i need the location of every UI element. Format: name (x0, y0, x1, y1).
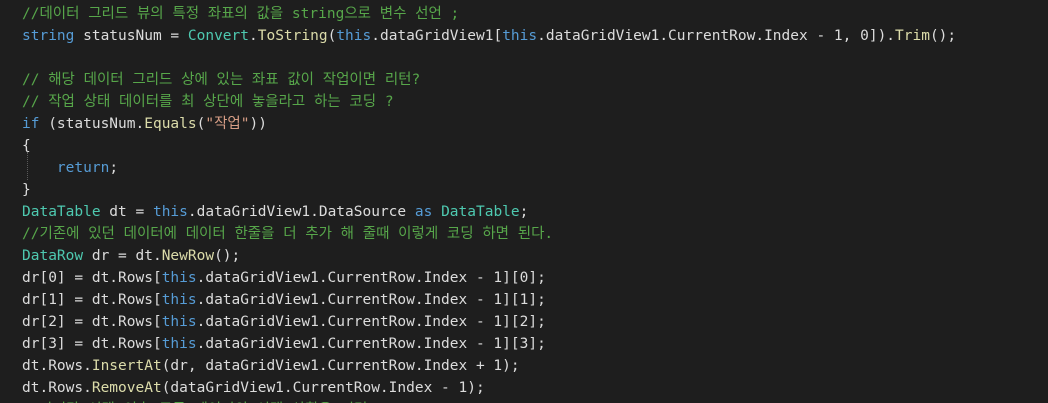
code-token: { (22, 138, 31, 154)
code-token: .dataGridView1.CurrentRow.Index - 1][0]; (196, 270, 546, 286)
code-token: Equals (144, 116, 197, 132)
code-token: ; (109, 160, 119, 176)
code-line[interactable]: DataRow dr = dt.NewRow(); (22, 245, 240, 267)
code-token: (); (929, 28, 957, 44)
code-editor[interactable]: //데이터 그리드 뷰의 특정 좌표의 값을 string으로 변수 선언 ; s… (0, 0, 1048, 403)
code-line[interactable]: dt.Rows.RemoveAt(dataGridView1.CurrentRo… (22, 377, 485, 399)
code-token: DataTable (441, 204, 520, 220)
code-token: this (336, 28, 372, 44)
code-line[interactable]: DataTable dt = this.dataGridView1.DataSo… (22, 201, 528, 223)
code-token: if (22, 116, 40, 132)
code-token: dr[1] = dt.Rows[ (22, 292, 162, 308)
code-token: (); (214, 248, 241, 264)
code-token: (statusNum. (39, 116, 145, 132)
code-token: } (22, 182, 31, 198)
code-token: statusNum = (74, 28, 188, 44)
code-token: ( (327, 28, 337, 44)
code-line[interactable]: //데이터 그리드 뷰의 특정 좌표의 값을 string으로 변수 선언 ; (22, 3, 459, 25)
code-line[interactable]: //마지막 선택 이후 모든 데이터의 선택 상황을 리턴 (22, 399, 367, 403)
code-token: RemoveAt (91, 380, 162, 396)
code-token: dr = dt. (83, 248, 162, 264)
code-token: dr[2] = dt.Rows[ (22, 314, 162, 330)
code-line[interactable]: // 작업 상태 데이터를 최 상단에 놓을라고 하는 코딩 ? (22, 91, 394, 113)
code-token: dt.Rows. (22, 358, 92, 374)
code-line[interactable]: string statusNum = Convert.ToString(this… (22, 25, 956, 47)
code-token: .dataGridView1.CurrentRow.Index - 1][2]; (196, 314, 546, 330)
code-token: . (249, 28, 258, 44)
code-token: dt.Rows. (22, 380, 92, 396)
code-token: .dataGridView1.CurrentRow.Index - 1][1]; (196, 292, 546, 308)
code-token: "작업" (205, 116, 250, 132)
code-token: //기존에 있던 데이터에 데이터 한줄을 더 추가 해 줄때 이렇게 코딩 하… (22, 226, 554, 242)
code-token: this (161, 314, 197, 330)
code-token: .dataGridView1.CurrentRow.Index - 1][3]; (196, 336, 546, 352)
code-line[interactable]: { (22, 135, 31, 157)
code-line[interactable]: if (statusNum.Equals("작업")) (22, 113, 267, 135)
code-token: )) (249, 116, 267, 132)
code-line[interactable]: dr[1] = dt.Rows[this.dataGridView1.Curre… (22, 289, 546, 311)
code-line[interactable]: dr[0] = dt.Rows[this.dataGridView1.Curre… (22, 267, 546, 289)
code-token: DataRow (22, 248, 84, 264)
code-token: Convert (187, 28, 249, 44)
code-token: //데이터 그리드 뷰의 특정 좌표의 값을 string으로 변수 선언 ; (22, 6, 460, 22)
code-token: as (414, 204, 433, 220)
code-token: // 작업 상태 데이터를 최 상단에 놓을라고 하는 코딩 ? (22, 94, 394, 110)
code-token: .dataGridView1.DataSource (187, 204, 415, 220)
code-line[interactable]: return; (22, 157, 118, 179)
code-token: ToString (257, 28, 328, 44)
code-token: (dataGridView1.CurrentRow.Index - 1); (161, 380, 485, 396)
code-token: dt = (100, 204, 153, 220)
code-line[interactable]: //기존에 있던 데이터에 데이터 한줄을 더 추가 해 줄때 이렇게 코딩 하… (22, 223, 553, 245)
code-line[interactable]: dr[2] = dt.Rows[this.dataGridView1.Curre… (22, 311, 546, 333)
code-line[interactable]: // 해당 데이터 그리드 상에 있는 좌표 값이 작업이면 리턴? (22, 69, 420, 91)
code-token: .dataGridView1[ (371, 28, 503, 44)
code-token: .dataGridView1.CurrentRow.Index - 1, 0])… (537, 28, 896, 44)
code-token: this (161, 292, 197, 308)
code-token: return (56, 160, 110, 176)
code-token: this (152, 204, 188, 220)
code-token: this (502, 28, 538, 44)
code-token: Trim (895, 28, 930, 44)
code-token: dr[3] = dt.Rows[ (22, 336, 162, 352)
code-line[interactable]: dt.Rows.InsertAt(dr, dataGridView1.Curre… (22, 355, 520, 377)
code-token: this (161, 336, 197, 352)
code-line[interactable]: dr[3] = dt.Rows[this.dataGridView1.Curre… (22, 333, 546, 355)
code-token: InsertAt (91, 358, 162, 374)
code-token: NewRow (161, 248, 215, 264)
code-token: dr[0] = dt.Rows[ (22, 270, 162, 286)
code-token: DataTable (22, 204, 101, 220)
code-token: // 해당 데이터 그리드 상에 있는 좌표 값이 작업이면 리턴? (22, 72, 421, 88)
code-token: string (22, 28, 75, 44)
code-token: (dr, dataGridView1.CurrentRow.Index + 1)… (161, 358, 520, 374)
code-token: ; (519, 204, 529, 220)
code-line[interactable]: } (22, 179, 31, 201)
code-token: this (161, 270, 197, 286)
